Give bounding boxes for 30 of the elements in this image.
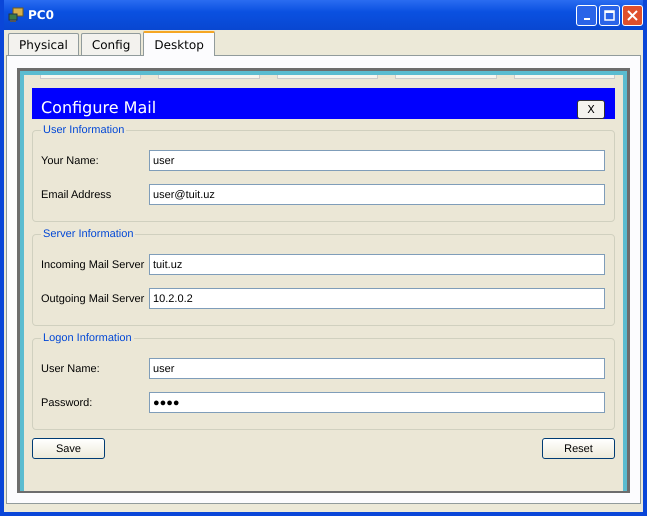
field-label: User Name: [41, 362, 101, 374]
close-button[interactable]: X [577, 100, 605, 119]
tab[interactable]: Config [80, 33, 142, 55]
dialog-title: Configure Mail [41, 97, 156, 119]
input-field[interactable]: user [149, 358, 605, 379]
input-field[interactable]: 10.2.0.2 [149, 288, 605, 309]
tab[interactable]: Desktop [143, 31, 215, 56]
input-field[interactable]: ●●●● [149, 392, 605, 413]
minimize-icon [584, 18, 590, 20]
field-label: Password: [41, 396, 94, 408]
section-title: Server Information [42, 228, 134, 240]
close-button[interactable] [622, 4, 643, 26]
maximize-icon [604, 10, 615, 20]
field-label: Your Name: [41, 154, 100, 166]
input-field[interactable]: tuit.uz [149, 254, 605, 275]
field-label: Incoming Mail Server [41, 258, 146, 270]
maximize-button[interactable] [599, 4, 620, 26]
field-label: Outgoing Mail Server [41, 292, 146, 304]
close-icon [627, 10, 638, 20]
dialog-button[interactable]: Reset [542, 438, 615, 459]
input-field[interactable]: user [149, 150, 605, 171]
window-title: PC0 [28, 8, 54, 22]
minimize-button[interactable] [576, 4, 597, 26]
section-title: Logon Information [42, 332, 133, 344]
section-title: User Information [42, 124, 126, 136]
field-label: Email Address [41, 188, 112, 200]
dialog-button[interactable]: Save [32, 438, 105, 459]
computer-icon [8, 7, 24, 23]
input-field[interactable]: user@tuit.uz [149, 184, 605, 205]
tab[interactable]: Physical [8, 33, 79, 55]
